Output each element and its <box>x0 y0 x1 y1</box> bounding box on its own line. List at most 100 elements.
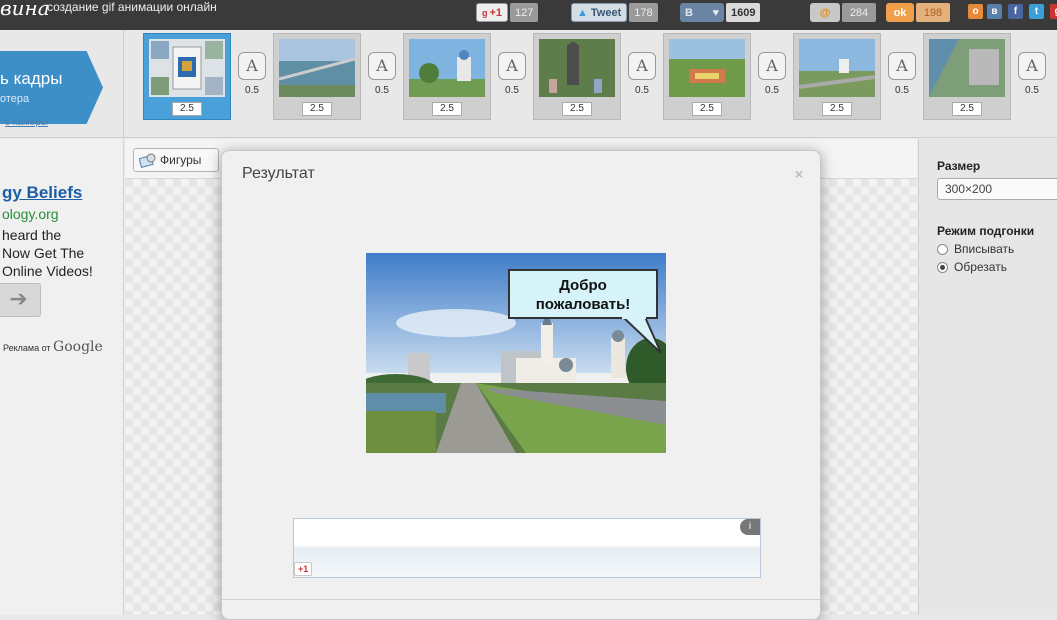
settings-panel: Размер 300×200 Режим подгонки Вписывать … <box>918 139 1057 615</box>
result-dialog: Результат × Добро пожаловать! i +1 <box>221 150 821 620</box>
google-logo: Google <box>53 339 103 355</box>
size-label: Размер <box>937 159 981 173</box>
mailru-at-icon: @ <box>819 6 831 19</box>
fit-option-contain[interactable]: Вписывать <box>937 242 1014 256</box>
add-frames-button[interactable]: ь кадры отера <box>0 51 103 124</box>
arrow-right-icon: ➔ <box>9 286 28 311</box>
frame-thumbnail[interactable]: 2.5 <box>793 33 881 120</box>
frame-duration-input[interactable]: 2.5 <box>952 102 982 116</box>
transition-duration[interactable]: 0.5 <box>369 85 395 96</box>
site-logo[interactable]: вина <box>0 0 50 20</box>
tweet-count: 178 <box>629 3 658 22</box>
tweet-button[interactable]: ▲ Tweet <box>571 3 628 22</box>
transition-button[interactable]: A <box>498 52 526 80</box>
frame-duration-input[interactable]: 2.5 <box>562 102 592 116</box>
speech-bubble[interactable]: Добро пожаловать! <box>508 269 658 319</box>
site-tagline: создание gif анимации онлайн <box>47 0 217 14</box>
gplus-count: 127 <box>510 3 539 22</box>
dialog-title: Результат <box>242 165 315 182</box>
ad-title-link[interactable]: gy Beliefs <box>2 183 82 203</box>
frame-thumbnail[interactable]: 2.5 <box>403 33 491 120</box>
ad-text: heard the Now Get The Online Videos! <box>2 227 93 279</box>
radio-button[interactable] <box>937 243 948 255</box>
frame-image <box>278 39 356 97</box>
speech-bubble-tail <box>621 317 662 354</box>
ad-url[interactable]: ology.org <box>2 206 59 222</box>
statue-image <box>539 39 615 97</box>
twitter-icon[interactable]: t <box>1029 4 1044 19</box>
fit-option-crop[interactable]: Обрезать <box>937 260 1007 274</box>
ad-attribution[interactable]: Реклама от Google <box>3 339 103 355</box>
frame-thumbnail[interactable]: 2.5 <box>663 33 751 120</box>
frame-image <box>149 39 225 97</box>
gplus-button[interactable]: +1 <box>294 562 313 576</box>
size-select[interactable]: 300×200 <box>937 178 1057 200</box>
transition-duration[interactable]: 0.5 <box>1019 85 1045 96</box>
frame-thumbnail[interactable]: 2.5 <box>533 33 621 120</box>
ad-column: gy Beliefs ology.org heard the Now Get T… <box>0 139 124 615</box>
facebook-icon[interactable]: f <box>1008 4 1023 19</box>
ok-button[interactable]: ok <box>886 3 914 22</box>
gplus-icon[interactable]: g <box>1050 4 1057 19</box>
river-aerial-image <box>929 39 1005 97</box>
ad-arrow-button[interactable]: ➔ <box>0 283 41 317</box>
vk-share[interactable]: B ♥ 1609 <box>680 3 761 22</box>
frame-image <box>409 39 485 97</box>
frame-duration-input[interactable]: 2.5 <box>692 102 722 116</box>
vk-count: 1609 <box>726 3 761 22</box>
bridge-aerial-image <box>278 39 356 97</box>
heart-icon: ♥ <box>712 6 719 19</box>
frame-image <box>669 39 745 97</box>
ad-banner[interactable]: i +1 <box>293 518 761 578</box>
vk-icon[interactable]: в <box>987 4 1002 19</box>
dialog-footer-divider <box>222 599 820 600</box>
mailru-button[interactable]: @ <box>810 3 840 22</box>
gplus-icon: g <box>482 7 488 18</box>
transition-button[interactable]: A <box>368 52 396 80</box>
transition-button[interactable]: A <box>888 52 916 80</box>
mailru-count: 284 <box>842 3 876 22</box>
top-bar: вина создание gif анимации онлайн g +1 1… <box>0 0 1057 30</box>
close-icon[interactable]: × <box>795 166 803 182</box>
transition-button[interactable]: A <box>628 52 656 80</box>
frame-duration-input[interactable]: 2.5 <box>302 102 332 116</box>
twitter-bird-icon: ▲ <box>577 6 588 19</box>
add-frames-panel: ь кадры отера с камеры <box>0 30 124 138</box>
shapes-icon <box>138 152 157 168</box>
transition-duration[interactable]: 0.5 <box>889 85 915 96</box>
mailru-share[interactable]: @ 284 <box>810 3 876 22</box>
frame-image <box>929 39 1005 97</box>
embankment-image <box>798 39 876 97</box>
frame-image <box>798 39 876 97</box>
frame-duration-input[interactable]: 2.5 <box>172 102 202 116</box>
transition-duration[interactable]: 0.5 <box>499 85 525 96</box>
frame-image <box>539 39 615 97</box>
gplus-button[interactable]: g +1 <box>476 3 509 22</box>
result-gif-preview: Добро пожаловать! <box>366 253 666 453</box>
frame-thumbnail[interactable]: 2.5 <box>273 33 361 120</box>
frame-strip: ь кадры отера с камеры 2.5 A 0.5 2.5 A 0… <box>0 30 1057 138</box>
frame-duration-input[interactable]: 2.5 <box>822 102 852 116</box>
vk-like-button[interactable]: B ♥ <box>680 3 724 22</box>
tweet-share[interactable]: ▲ Tweet 178 <box>571 3 658 22</box>
ok-count: 198 <box>916 3 950 22</box>
odnoklassniki-icon[interactable]: о <box>968 4 983 19</box>
transition-duration[interactable]: 0.5 <box>759 85 785 96</box>
frame-thumbnail[interactable]: 2.5 <box>143 33 231 120</box>
gplus-share[interactable]: g +1 127 <box>476 3 539 22</box>
frame-thumbnail[interactable]: 2.5 <box>923 33 1011 120</box>
odnoklassniki-icon: ok <box>893 6 907 19</box>
shapes-button[interactable]: Фигуры <box>133 148 219 172</box>
chapel-image <box>409 39 485 97</box>
transition-button[interactable]: A <box>238 52 266 80</box>
camera-link[interactable]: с камеры <box>5 117 48 128</box>
transition-duration[interactable]: 0.5 <box>239 85 265 96</box>
frame-duration-input[interactable]: 2.5 <box>432 102 462 116</box>
ok-share[interactable]: ok 198 <box>886 3 950 22</box>
transition-button[interactable]: A <box>1018 52 1046 80</box>
flower-park-image <box>669 39 745 97</box>
transition-duration[interactable]: 0.5 <box>629 85 655 96</box>
info-icon[interactable]: i <box>740 519 760 535</box>
radio-button-selected[interactable] <box>937 261 948 273</box>
transition-button[interactable]: A <box>758 52 786 80</box>
